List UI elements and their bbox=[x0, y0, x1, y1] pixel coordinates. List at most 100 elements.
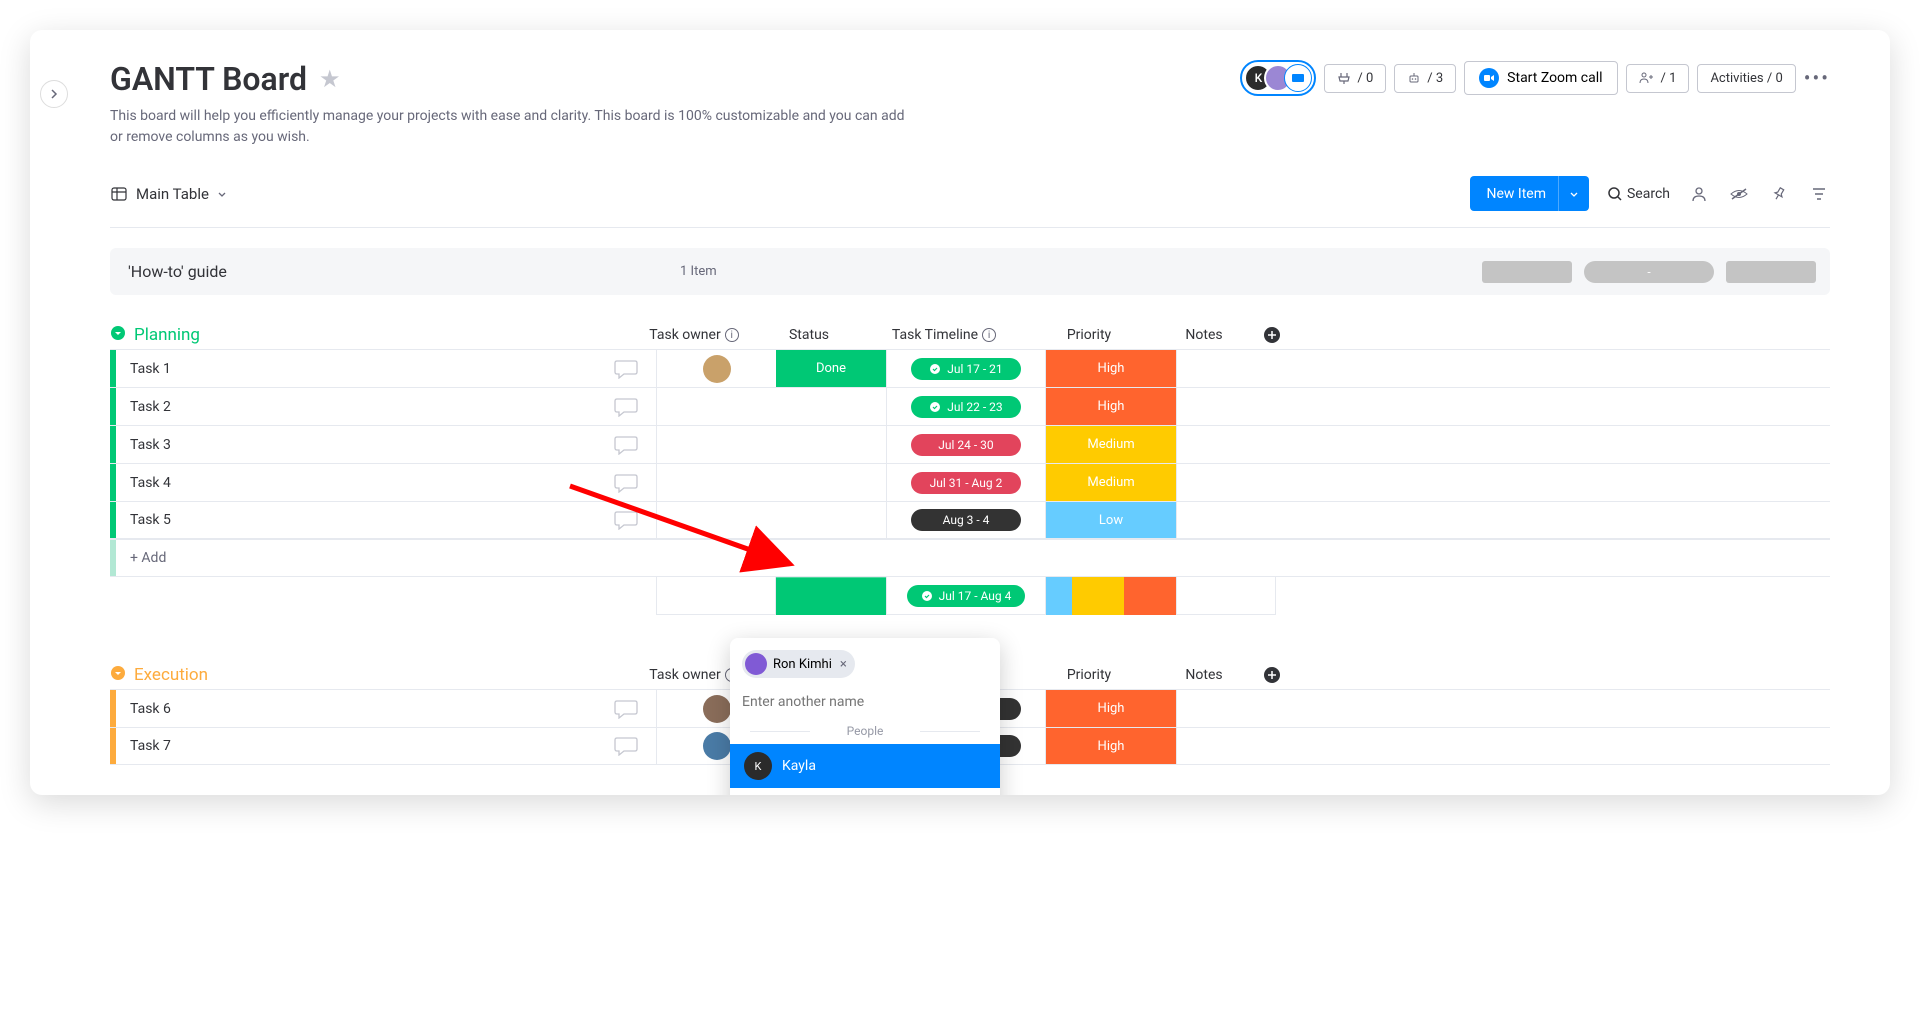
avatar: K bbox=[744, 752, 772, 780]
selected-person-chip[interactable]: Ron Kimhi × bbox=[742, 650, 855, 678]
board-members-avatars[interactable]: K bbox=[1240, 60, 1316, 96]
add-task-button[interactable]: + Add bbox=[116, 550, 166, 566]
task-name-cell[interactable]: Task 4 bbox=[116, 475, 596, 491]
person-filter-icon[interactable] bbox=[1688, 183, 1710, 205]
task-row: Task 3 Jul 24 - 30Medium bbox=[110, 425, 1830, 463]
task-name-cell[interactable]: Task 6 bbox=[116, 701, 596, 717]
task-row: Task 1 DoneJul 17 - 21High bbox=[110, 349, 1830, 387]
new-item-button[interactable]: New Item bbox=[1470, 176, 1562, 211]
automations-button[interactable]: / 3 bbox=[1394, 64, 1456, 93]
notes-cell[interactable] bbox=[1176, 690, 1276, 727]
start-zoom-button[interactable]: Start Zoom call bbox=[1464, 61, 1617, 95]
people-section-label: People bbox=[730, 724, 1000, 738]
task-conversation-button[interactable] bbox=[596, 736, 656, 756]
task-conversation-button[interactable] bbox=[596, 699, 656, 719]
priority-cell[interactable]: High bbox=[1046, 690, 1176, 727]
task-name-cell[interactable]: Task 2 bbox=[116, 399, 596, 415]
summary-notes-cell bbox=[1176, 577, 1276, 615]
sidebar-expand-button[interactable] bbox=[40, 80, 68, 108]
task-owner-cell[interactable] bbox=[656, 426, 776, 463]
task-conversation-button[interactable] bbox=[596, 397, 656, 417]
avatar bbox=[703, 695, 731, 723]
status-cell[interactable] bbox=[776, 426, 886, 463]
column-header-timeline[interactable]: Task Timelinei bbox=[864, 327, 1024, 343]
priority-cell[interactable]: High bbox=[1046, 388, 1176, 425]
priority-cell[interactable]: High bbox=[1046, 728, 1176, 764]
task-conversation-button[interactable] bbox=[596, 435, 656, 455]
annotation-arrow bbox=[560, 476, 820, 596]
add-column-button[interactable] bbox=[1254, 666, 1290, 684]
group-collapse-icon[interactable] bbox=[110, 665, 126, 685]
notes-cell[interactable] bbox=[1176, 464, 1276, 501]
howto-guide-group[interactable]: 'How-to' guide 1 Item - bbox=[110, 248, 1830, 295]
avatar bbox=[703, 355, 731, 383]
column-header-owner[interactable]: Task owneri bbox=[634, 327, 754, 343]
group-title-planning[interactable]: Planning bbox=[134, 325, 634, 345]
zoom-icon bbox=[1479, 68, 1499, 88]
task-name-cell[interactable]: Task 7 bbox=[116, 738, 596, 754]
notes-cell[interactable] bbox=[1176, 728, 1276, 764]
priority-segment bbox=[1046, 577, 1072, 615]
group-title-execution[interactable]: Execution bbox=[134, 665, 634, 685]
info-icon[interactable]: i bbox=[725, 328, 739, 342]
task-row: Task 5 Aug 3 - 4Low bbox=[110, 501, 1830, 539]
task-owner-popup: Ron Kimhi × People KKaylaLSLea Serfatyya… bbox=[730, 638, 1000, 795]
task-row: Task 2 Jul 22 - 23High bbox=[110, 387, 1830, 425]
priority-cell[interactable]: Low bbox=[1046, 502, 1176, 538]
info-icon[interactable]: i bbox=[982, 328, 996, 342]
integrations-button[interactable]: / 0 bbox=[1324, 64, 1386, 93]
status-cell[interactable] bbox=[776, 388, 886, 425]
board-title[interactable]: GANTT Board bbox=[110, 60, 307, 98]
column-header-status[interactable]: Status bbox=[754, 327, 864, 343]
task-name-cell[interactable]: Task 3 bbox=[116, 437, 596, 453]
column-header-priority[interactable]: Priority bbox=[1024, 667, 1154, 683]
column-header-notes[interactable]: Notes bbox=[1154, 667, 1254, 683]
timeline-cell[interactable]: Aug 3 - 4 bbox=[886, 502, 1046, 538]
column-header-priority[interactable]: Priority bbox=[1024, 327, 1154, 343]
task-name-cell[interactable]: Task 1 bbox=[116, 361, 596, 377]
group-collapse-icon[interactable] bbox=[110, 325, 126, 345]
task-name-cell[interactable]: Task 5 bbox=[116, 512, 596, 528]
priority-segment bbox=[1072, 577, 1124, 615]
notes-cell[interactable] bbox=[1176, 426, 1276, 463]
summary-timeline-cell: Jul 17 - Aug 4 bbox=[886, 577, 1046, 615]
filter-icon[interactable] bbox=[1808, 183, 1830, 205]
favorite-star-icon[interactable]: ★ bbox=[319, 65, 341, 93]
board-description[interactable]: This board will help you efficiently man… bbox=[110, 106, 910, 148]
task-owner-cell[interactable] bbox=[656, 388, 776, 425]
person-search-input[interactable] bbox=[730, 686, 1000, 718]
timeline-cell[interactable]: Jul 24 - 30 bbox=[886, 426, 1046, 463]
search-button[interactable]: Search bbox=[1607, 183, 1670, 205]
notes-cell[interactable] bbox=[1176, 502, 1276, 538]
view-selector[interactable]: Main Table bbox=[110, 185, 227, 203]
more-options-icon[interactable]: ••• bbox=[1804, 66, 1830, 90]
avatar bbox=[703, 732, 731, 760]
task-conversation-button[interactable] bbox=[596, 359, 656, 379]
priority-segment bbox=[1124, 577, 1176, 615]
notes-cell[interactable] bbox=[1176, 388, 1276, 425]
priority-cell[interactable]: Medium bbox=[1046, 464, 1176, 501]
priority-cell[interactable]: High bbox=[1046, 350, 1176, 387]
placeholder-bar bbox=[1482, 261, 1572, 283]
notes-cell[interactable] bbox=[1176, 350, 1276, 387]
invite-button[interactable]: / 1 bbox=[1626, 64, 1690, 93]
avatar bbox=[745, 653, 767, 675]
pin-icon[interactable] bbox=[1768, 183, 1790, 205]
activities-button[interactable]: Activities / 0 bbox=[1697, 64, 1795, 93]
timeline-cell[interactable]: Jul 31 - Aug 2 bbox=[886, 464, 1046, 501]
person-option[interactable]: LSLea Serfaty bbox=[730, 788, 1000, 795]
status-cell[interactable]: Done bbox=[776, 350, 886, 387]
remove-chip-icon[interactable]: × bbox=[840, 657, 847, 672]
placeholder-pill: - bbox=[1584, 261, 1714, 283]
column-header-notes[interactable]: Notes bbox=[1154, 327, 1254, 343]
task-owner-cell[interactable] bbox=[656, 350, 776, 387]
new-item-dropdown[interactable] bbox=[1558, 176, 1589, 211]
timeline-cell[interactable]: Jul 17 - 21 bbox=[886, 350, 1046, 387]
avatar bbox=[1284, 64, 1312, 92]
hide-icon[interactable] bbox=[1728, 183, 1750, 205]
priority-cell[interactable]: Medium bbox=[1046, 426, 1176, 463]
summary-priority-cell bbox=[1046, 577, 1176, 615]
person-option[interactable]: KKayla bbox=[730, 744, 1000, 788]
add-column-button[interactable] bbox=[1254, 326, 1290, 344]
timeline-cell[interactable]: Jul 22 - 23 bbox=[886, 388, 1046, 425]
